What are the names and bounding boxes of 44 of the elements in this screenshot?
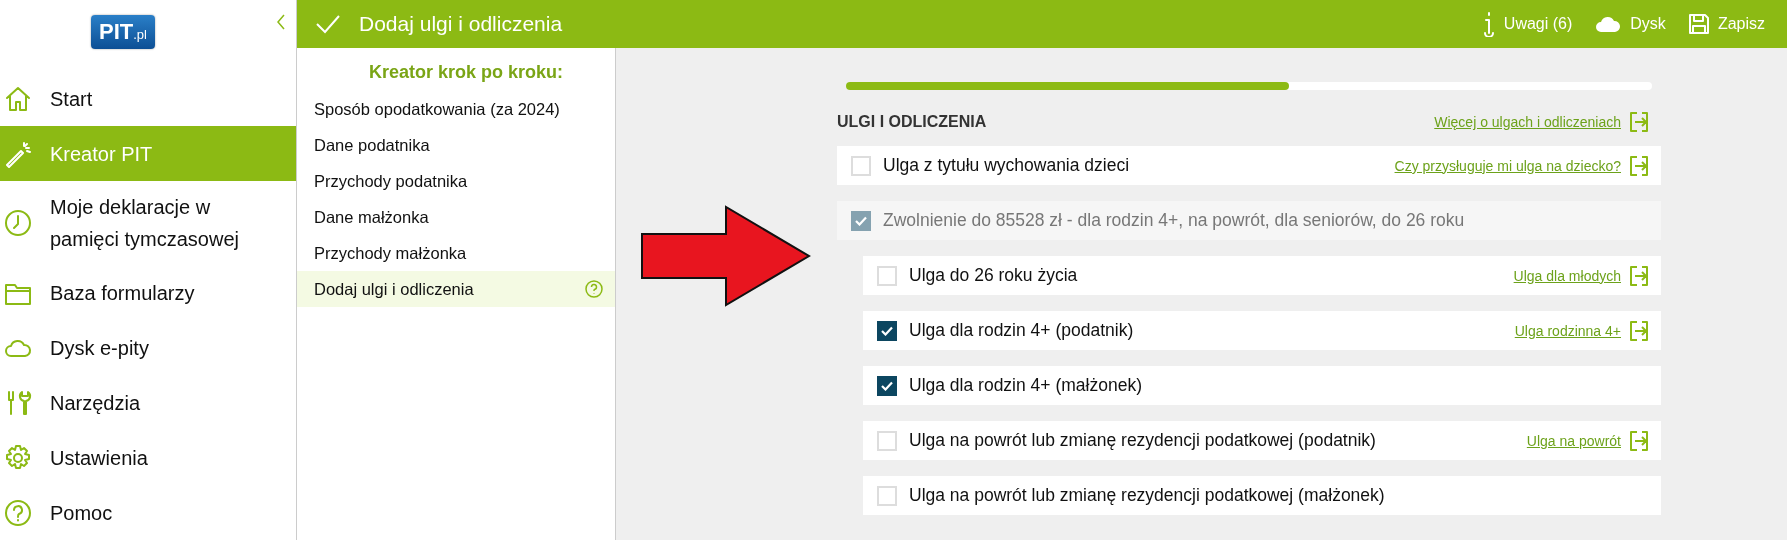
option-label: Ulga dla rodzin 4+ (małżonek) xyxy=(909,375,1143,396)
wizard-step[interactable]: Dane małżonka xyxy=(297,199,615,235)
external-link-icon xyxy=(1629,155,1649,176)
option-label: Ulga do 26 roku życia xyxy=(909,265,1079,286)
settings-icon xyxy=(4,443,32,472)
collapse-chevron-icon[interactable] xyxy=(276,14,286,30)
sidebar-item[interactable]: Dysk e-pity xyxy=(0,320,296,375)
magic-wand-icon xyxy=(4,139,32,168)
external-link-icon xyxy=(1629,320,1649,341)
checkmark-icon xyxy=(881,380,893,391)
page-title: Dodaj ulgi i odliczenia xyxy=(359,12,564,36)
clock-icon xyxy=(4,209,32,237)
wizard-step[interactable]: Sposób opodatkowania (za 2024) xyxy=(297,91,615,127)
external-link-icon xyxy=(1629,112,1649,132)
sidebar-item[interactable]: Pomoc xyxy=(0,485,296,540)
wizard-step[interactable]: Przychody podatnika xyxy=(297,163,615,199)
option-label: Ulga z tytułu wychowania dzieci xyxy=(883,155,1131,176)
home-icon xyxy=(4,84,32,113)
sidebar-item[interactable]: Baza formularzy xyxy=(0,265,296,320)
option-label: Ulga dla rodzin 4+ (podatnik) xyxy=(909,320,1135,341)
save-icon xyxy=(1687,13,1710,35)
checkmark-icon xyxy=(881,325,893,336)
checkmark-icon xyxy=(855,215,867,226)
logo[interactable]: PIT.pl xyxy=(91,15,155,49)
wizard-step[interactable]: Dane podatnika xyxy=(297,127,615,163)
check-icon xyxy=(315,13,341,35)
wizard-step[interactable]: Dodaj ulgi i odliczenia xyxy=(297,271,615,307)
sidebar-item[interactable]: Narzędzia xyxy=(0,375,296,430)
cloud-icon xyxy=(1594,14,1623,34)
wizard-title: Kreator krok po kroku: xyxy=(367,62,564,83)
checkbox[interactable] xyxy=(851,155,871,176)
info-icon xyxy=(1481,11,1496,37)
external-link-icon xyxy=(1629,430,1649,451)
help-icon[interactable] xyxy=(585,280,603,298)
sidebar-item[interactable]: Start xyxy=(0,71,296,126)
section-title: ULGI I ODLICZENIA xyxy=(837,113,987,131)
sidebar-item[interactable]: Ustawienia xyxy=(0,430,296,485)
option-label: Ulga na powrót lub zmianę rezydencji podatkowej (małżonek) xyxy=(909,485,1386,506)
sidebar-item[interactable]: Moje deklaracje w pamięci tymczasowej xyxy=(0,181,296,265)
option-label: Ulga na powrót lub zmianę rezydencji podatkowej (podatnik) xyxy=(909,430,1377,451)
external-link-icon xyxy=(1629,265,1649,286)
option-label: Zwolnienie do 85528 zł - dla rodzin 4+, na powrót, dla seniorów, do 26 roku xyxy=(883,210,1466,231)
wizard-step[interactable]: Przychody małżonka xyxy=(297,235,615,271)
help-icon xyxy=(4,498,32,527)
